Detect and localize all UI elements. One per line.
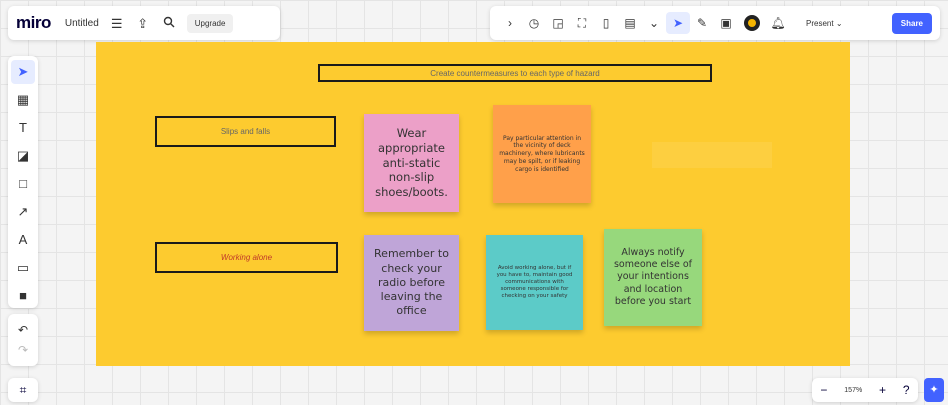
collaboration-toolbar: › ◷ ◲ ⛶ ▯ ▤ ⌄ ➤ ✎ ▣ 🔔︎ Present ⌄ Share [490, 6, 940, 40]
sticky-note-wear-shoes[interactable]: Wear appropriate anti-static non-slip sh… [364, 114, 459, 212]
zoom-in-icon[interactable]: + [879, 383, 886, 397]
sticky-note-deck-machinery[interactable]: Pay particular attention in the vicinity… [493, 105, 591, 203]
more-icon[interactable]: ⌄ [642, 17, 666, 29]
miro-logo[interactable]: miro [16, 13, 51, 33]
frames-icon[interactable]: ⌗ [8, 378, 38, 402]
sticky-note-avoid-working-alone[interactable]: Avoid working alone, but if you have to,… [486, 235, 583, 330]
sticky-note-notify-someone[interactable]: Always notify someone else of your inten… [604, 229, 702, 326]
pen-icon[interactable]: A [11, 228, 35, 252]
chevron-down-icon: ⌄ [835, 18, 843, 28]
select-cursor-icon[interactable]: ➤ [11, 60, 35, 84]
board-frame[interactable]: Create countermeasures to each type of h… [96, 42, 850, 366]
pen-icon[interactable]: ✎ [690, 17, 714, 29]
avatar[interactable] [744, 15, 760, 31]
undo-redo-panel: ↶ ↷ [8, 314, 38, 366]
share-button[interactable]: Share [891, 12, 932, 34]
present-button[interactable]: Present ⌄ [796, 14, 853, 33]
sticky-note-icon[interactable]: ◪ [11, 144, 35, 168]
help-icon[interactable]: ? [903, 383, 910, 397]
shape-icon[interactable]: □ [11, 172, 35, 196]
board-name[interactable]: Untitled [65, 18, 99, 29]
redo-icon[interactable]: ↷ [18, 343, 28, 357]
search-icon[interactable] [161, 16, 177, 30]
comment-icon[interactable]: ▣ [714, 17, 738, 29]
left-toolbar: ➤ ▦ T ◪ □ ↗ A ▭ ■ [8, 56, 38, 308]
card-icon[interactable]: ◲ [546, 17, 570, 29]
add-sparkle-icon[interactable]: ✦ [924, 378, 944, 402]
zoom-out-icon[interactable]: − [820, 383, 827, 397]
hazard-slips-and-falls[interactable]: Slips and falls [155, 116, 336, 147]
document-icon[interactable]: ▤ [618, 17, 642, 29]
board-header: miro Untitled ☰ ⇪ Upgrade [8, 6, 280, 40]
share-upload-icon[interactable]: ⇪ [135, 17, 151, 30]
focus-icon[interactable]: ⛶ [570, 17, 594, 29]
notification-bell-icon[interactable]: 🔔︎ [766, 17, 790, 29]
undo-icon[interactable]: ↶ [18, 323, 28, 337]
text-icon[interactable]: T [11, 116, 35, 140]
sticky-note-check-radio[interactable]: Remember to check your radio before leav… [364, 235, 459, 331]
timer-icon[interactable]: ◷ [522, 17, 546, 29]
comment-icon[interactable]: ▭ [11, 256, 35, 280]
hamburger-menu-icon[interactable]: ☰ [109, 17, 125, 30]
more-apps-icon[interactable]: ■ [11, 284, 35, 308]
upgrade-button[interactable]: Upgrade [186, 13, 234, 33]
reactions-icon[interactable]: ➤ [666, 12, 690, 34]
zoom-level[interactable]: 157% [844, 387, 862, 394]
connector-icon[interactable]: ↗ [11, 200, 35, 224]
note-icon[interactable]: ▯ [594, 17, 618, 29]
chevron-right-icon[interactable]: › [498, 17, 522, 29]
board-title[interactable]: Create countermeasures to each type of h… [318, 64, 712, 82]
hazard-working-alone[interactable]: Working alone [155, 242, 338, 273]
zoom-controls: − 157% + ? [812, 378, 918, 402]
template-icon[interactable]: ▦ [11, 88, 35, 112]
faint-sticky-note[interactable] [652, 142, 772, 168]
